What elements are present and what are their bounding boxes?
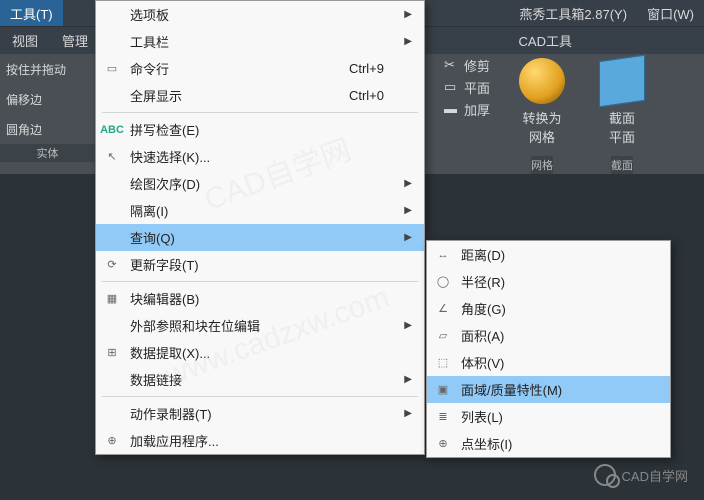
submenu-item-angle[interactable]: ∠角度(G) — [427, 295, 670, 322]
wechat-badge: CAD自学网 — [594, 464, 688, 486]
menu-separator — [102, 112, 418, 113]
menu-separator — [102, 396, 418, 397]
tools-menu: 选项板▶ 工具栏▶ ▭命令行Ctrl+9 全屏显示Ctrl+0 ABC拼写检查(… — [95, 0, 425, 455]
data-extract-icon: ⊞ — [102, 343, 122, 363]
trim-button[interactable]: ✂修剪 — [444, 54, 490, 76]
section-plane-button[interactable]: 截面平面 — [609, 108, 635, 146]
load-app-icon: ⊕ — [102, 431, 122, 451]
chevron-right-icon: ▶ — [404, 408, 412, 419]
area-icon: ▱ — [433, 326, 453, 346]
group-label-solid: 实体 — [0, 144, 95, 162]
convert-mesh-icon — [519, 58, 565, 104]
menu-item-isolate[interactable]: 隔离(I)▶ — [96, 197, 424, 224]
tab-view[interactable]: 视图 — [0, 27, 50, 54]
terminal-icon: ▭ — [102, 59, 122, 79]
chevron-right-icon: ▶ — [404, 36, 412, 47]
offset-edge-button[interactable]: 偏移边 — [0, 84, 95, 114]
section-plane-icon — [599, 55, 645, 107]
angle-icon: ∠ — [433, 299, 453, 319]
menu-item-blockeditor[interactable]: ▦块编辑器(B) — [96, 285, 424, 312]
group-label-section: 截面 — [611, 156, 633, 174]
menu-item-spellcheck[interactable]: ABC拼写检查(E) — [96, 116, 424, 143]
radius-icon: ◯ — [433, 272, 453, 292]
ribbon-group-solid: 按住并拖动 偏移边 圆角边 实体 — [0, 54, 95, 174]
group-label-mesh: 网格 — [531, 156, 553, 174]
idpoint-icon: ⊕ — [433, 434, 453, 454]
inquiry-submenu: ↔距离(D) ◯半径(R) ∠角度(G) ▱面积(A) ⬚体积(V) ▣面域/质… — [426, 240, 671, 458]
chevron-right-icon: ▶ — [404, 178, 412, 189]
menu-item-toolbars[interactable]: 工具栏▶ — [96, 28, 424, 55]
menu-item-palettes[interactable]: 选项板▶ — [96, 1, 424, 28]
thicken-icon: ▬ — [444, 101, 460, 117]
convert-mesh-button[interactable]: 转换为网格 — [522, 108, 561, 146]
submenu-item-area[interactable]: ▱面积(A) — [427, 322, 670, 349]
wechat-icon — [594, 464, 616, 486]
chevron-right-icon: ▶ — [404, 232, 412, 243]
menu-item-datalink[interactable]: 数据链接▶ — [96, 366, 424, 393]
menu-separator — [102, 281, 418, 282]
plane-button[interactable]: ▭平面 — [444, 76, 490, 98]
fillet-edge-button[interactable]: 圆角边 — [0, 114, 95, 144]
submenu-item-idpoint[interactable]: ⊕点坐标(I) — [427, 430, 670, 457]
abc-check-icon: ABC — [102, 120, 122, 140]
submenu-item-list[interactable]: ≣列表(L) — [427, 403, 670, 430]
menu-item-dataextract[interactable]: ⊞数据提取(X)... — [96, 339, 424, 366]
menu-item-xref[interactable]: 外部参照和块在位编辑▶ — [96, 312, 424, 339]
scissors-icon: ✂ — [444, 57, 460, 73]
chevron-right-icon: ▶ — [404, 374, 412, 385]
thicken-button[interactable]: ▬加厚 — [444, 98, 490, 120]
menu-item-commandline[interactable]: ▭命令行Ctrl+9 — [96, 55, 424, 82]
menu-yanxiu[interactable]: 燕秀工具箱2.87(Y) — [509, 0, 637, 26]
menu-item-loadapp[interactable]: ⊕加载应用程序... — [96, 427, 424, 454]
chevron-right-icon: ▶ — [404, 205, 412, 216]
cursor-icon: ↖ — [102, 147, 122, 167]
block-edit-icon: ▦ — [102, 289, 122, 309]
refresh-icon: ⟳ — [102, 255, 122, 275]
tab-cadtool[interactable]: CAD工具 — [507, 27, 584, 54]
menu-item-inquiry[interactable]: 查询(Q)▶ — [96, 224, 424, 251]
chevron-right-icon: ▶ — [404, 9, 412, 20]
massprop-icon: ▣ — [433, 380, 453, 400]
submenu-item-distance[interactable]: ↔距离(D) — [427, 241, 670, 268]
submenu-item-radius[interactable]: ◯半径(R) — [427, 268, 670, 295]
tab-manage[interactable]: 管理 — [50, 27, 100, 54]
submenu-item-massprop[interactable]: ▣面域/质量特性(M) — [427, 376, 670, 403]
menu-tools[interactable]: 工具(T) — [0, 0, 63, 26]
plane-icon: ▭ — [444, 79, 460, 95]
chevron-right-icon: ▶ — [404, 320, 412, 331]
menu-item-updatefields[interactable]: ⟳更新字段(T) — [96, 251, 424, 278]
hold-drag-button[interactable]: 按住并拖动 — [0, 54, 95, 84]
menu-window[interactable]: 窗口(W) — [637, 0, 704, 26]
ribbon-right: ✂修剪 ▭平面 ▬加厚 转换为网格 网格 截面平面 截面 — [432, 54, 692, 174]
menu-item-draworder[interactable]: 绘图次序(D)▶ — [96, 170, 424, 197]
menu-item-actionrecorder[interactable]: 动作录制器(T)▶ — [96, 400, 424, 427]
menu-item-cleanscreen[interactable]: 全屏显示Ctrl+0 — [96, 82, 424, 109]
distance-icon: ↔ — [433, 245, 453, 265]
submenu-item-volume[interactable]: ⬚体积(V) — [427, 349, 670, 376]
volume-icon: ⬚ — [433, 353, 453, 373]
list-icon: ≣ — [433, 407, 453, 427]
menu-item-qselect[interactable]: ↖快速选择(K)... — [96, 143, 424, 170]
